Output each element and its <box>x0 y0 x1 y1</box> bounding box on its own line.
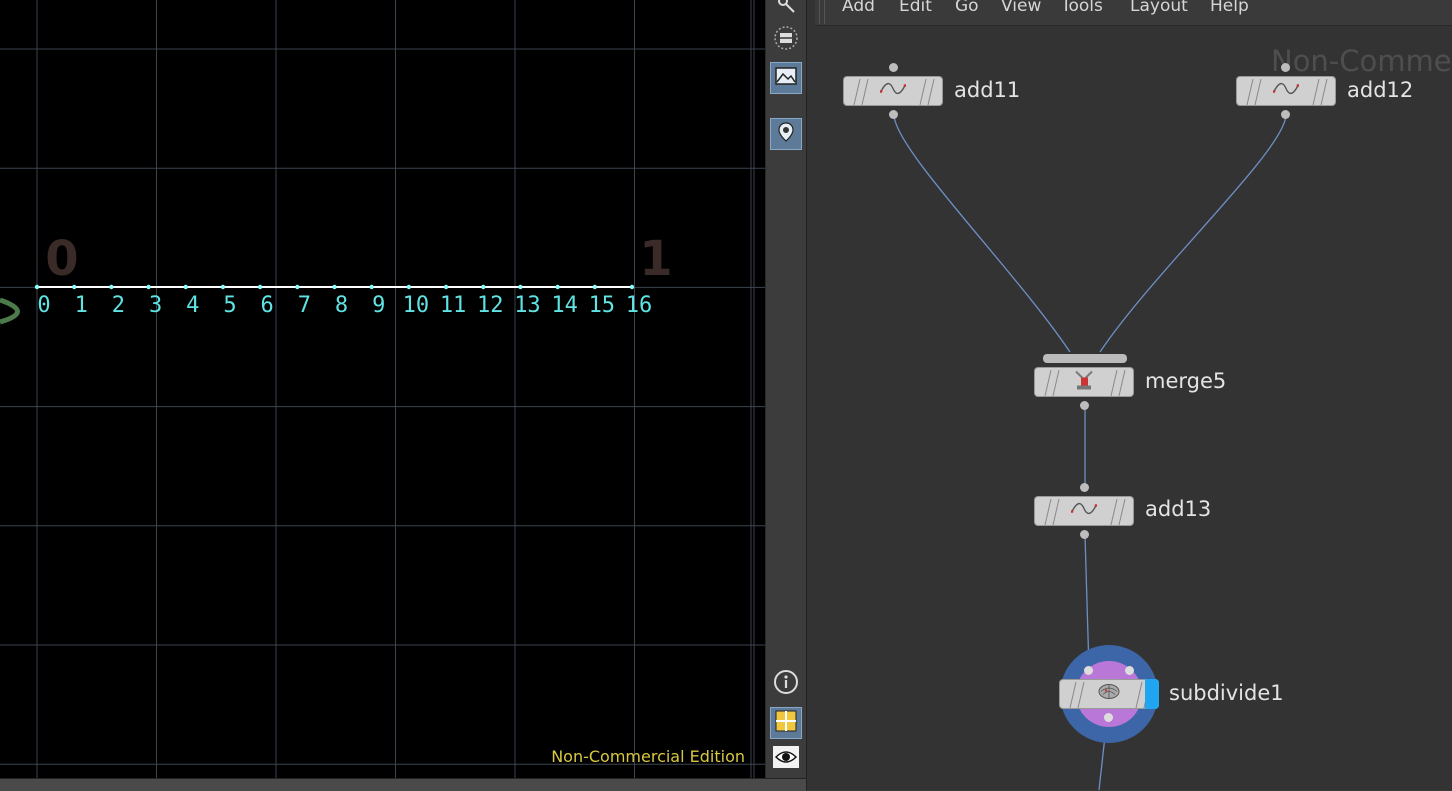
viewport-layout-icon <box>774 709 798 738</box>
add12-input-port[interactable] <box>1281 63 1290 72</box>
add12-output-port[interactable] <box>1281 110 1290 119</box>
point-number-label: 7 <box>298 293 311 318</box>
point-number-label: 9 <box>372 293 385 318</box>
node-add11[interactable] <box>843 76 943 106</box>
viewport-layout-button[interactable] <box>770 707 802 739</box>
curve-point <box>629 284 635 290</box>
point-number-label: 15 <box>589 293 616 318</box>
curve-point <box>443 284 449 290</box>
point-number-label: 12 <box>477 293 504 318</box>
curve-icon <box>879 82 907 101</box>
viewport-canvas[interactable]: 0 1 2 3 4 5 6 7 8 9 10 11 12 13 14 15 160 1 <box>0 0 765 778</box>
background-image-button[interactable] <box>770 62 802 94</box>
curve-point <box>518 284 523 290</box>
add11-input-port[interactable] <box>889 63 898 72</box>
primitive-number-label: 0 <box>45 231 78 287</box>
node-add12-label: add12 <box>1347 78 1414 102</box>
point-number-label: 11 <box>440 293 467 318</box>
point-number-label: 2 <box>112 293 125 318</box>
curve-point <box>295 284 300 290</box>
subdivide1-input-port-1[interactable] <box>1084 666 1093 675</box>
curve-point <box>369 284 374 290</box>
curve-point <box>555 284 560 290</box>
info-icon <box>773 669 799 700</box>
point-number-label: 5 <box>223 293 236 318</box>
point-number-label: 0 <box>37 293 50 318</box>
info-button[interactable] <box>770 668 802 700</box>
pin-icon <box>774 120 798 149</box>
node-add13[interactable] <box>1034 496 1134 526</box>
point-number-label: 1 <box>75 293 88 318</box>
point-number-label: 4 <box>186 293 199 318</box>
subdivide-icon <box>1097 683 1121 706</box>
background-image-icon <box>774 64 798 93</box>
subdivide1-display-flag[interactable] <box>1145 679 1159 709</box>
curve-icon <box>1272 82 1300 101</box>
subdivide1-input-port-2[interactable] <box>1125 666 1134 675</box>
point-number-label: 13 <box>514 293 541 318</box>
scene-viewport[interactable]: 0 1 2 3 4 5 6 7 8 9 10 11 12 13 14 15 16 0 1 Non-Commercia… <box>0 0 765 778</box>
node-add13-label: add13 <box>1145 497 1212 521</box>
viewport-watermark: Non-Commercial Edition <box>551 747 745 766</box>
add11-output-port[interactable] <box>889 110 898 119</box>
merge-icon <box>1073 368 1095 396</box>
curve-point <box>220 284 226 290</box>
visibility-button[interactable] <box>770 743 802 775</box>
point-number-label: 10 <box>403 293 430 318</box>
display-options-button[interactable] <box>770 24 802 56</box>
curve-point <box>257 284 263 290</box>
merge5-output-port[interactable] <box>1080 401 1089 410</box>
node-merge5-label: merge5 <box>1145 369 1227 393</box>
curve-point <box>332 284 337 290</box>
curve-point <box>406 284 412 290</box>
node-add11-label: add11 <box>954 78 1021 102</box>
wire-add11-merge5 <box>893 114 1071 353</box>
curve-point <box>109 284 114 290</box>
pin-button[interactable] <box>770 118 802 150</box>
point-number-label: 16 <box>626 293 653 318</box>
point-number-label: 3 <box>149 293 162 318</box>
origin-axis-arc <box>0 297 20 325</box>
add13-output-port[interactable] <box>1080 530 1089 539</box>
curve-point <box>481 284 486 290</box>
curve-point <box>146 284 151 290</box>
display-options-icon <box>773 25 799 56</box>
curve-point <box>183 284 188 290</box>
curve-point <box>34 284 40 290</box>
wire-add12-merge5 <box>1099 114 1287 353</box>
subdivide1-output-port[interactable] <box>1104 713 1113 722</box>
select-tool-button[interactable] <box>770 0 802 24</box>
network-editor[interactable]: Non-Commercial Edition Add Edit Go View … <box>815 0 1452 790</box>
curve-icon <box>1070 502 1098 521</box>
add13-input-port[interactable] <box>1080 483 1089 492</box>
point-number-label: 8 <box>335 293 348 318</box>
node-subdivide1-label: subdivide1 <box>1169 681 1284 705</box>
primitive-number-label: 1 <box>639 231 672 287</box>
node-add12[interactable] <box>1236 76 1336 106</box>
viewport-toolbar <box>765 0 807 778</box>
point-number-label: 6 <box>261 293 274 318</box>
curve-point <box>592 284 598 290</box>
point-number-label: 14 <box>551 293 578 318</box>
node-subdivide1[interactable] <box>1059 679 1159 709</box>
visibility-eye-icon <box>772 744 800 775</box>
select-tool-icon <box>774 0 798 23</box>
viewport-status-bar <box>0 778 806 791</box>
node-merge5[interactable] <box>1034 367 1134 397</box>
merge5-input-bar[interactable] <box>1043 354 1127 363</box>
